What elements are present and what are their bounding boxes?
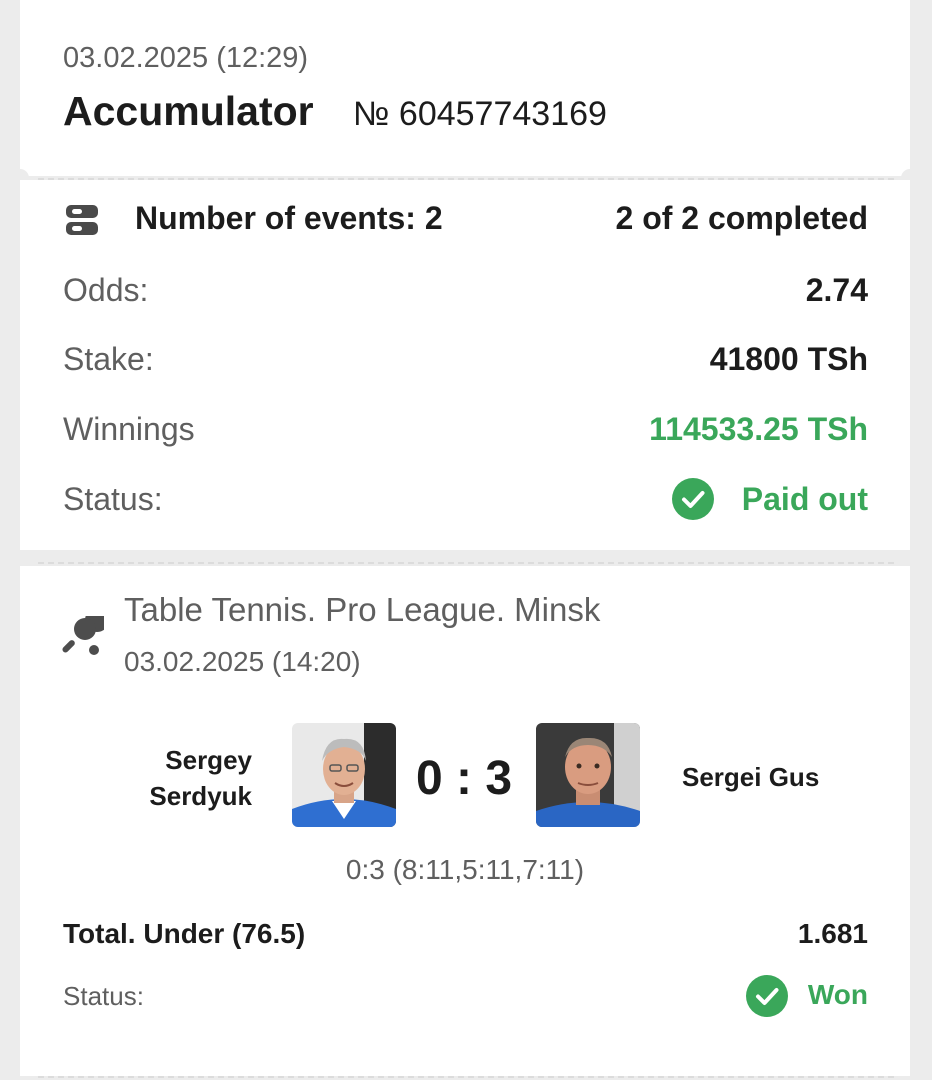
check-circle-icon: [672, 478, 714, 520]
stake-label: Stake:: [63, 341, 154, 377]
bet-type-title: Accumulator: [63, 88, 314, 134]
bet-number[interactable]: № 60457743169: [353, 95, 607, 134]
event-league: Table Tennis. Pro League. Minsk: [124, 591, 601, 628]
set-scores: 0:3 (8:11,5:11,7:11): [345, 854, 585, 885]
event-status-label: Status:: [63, 981, 144, 1011]
odds-label: Odds:: [63, 272, 149, 308]
away-player-name: Sergei Gus: [682, 762, 820, 792]
event-card[interactable]: Table Tennis. Pro League. Minsk 03.02.20…: [20, 566, 910, 1076]
status-label: Status:: [63, 481, 163, 517]
check-circle-icon: [746, 975, 788, 1017]
market-name: Total. Under (76.5): [63, 918, 306, 949]
table-tennis-icon: [62, 608, 109, 658]
events-completed: 2 of 2 completed: [615, 200, 869, 236]
odds-value: 2.74: [805, 272, 868, 308]
home-player-name-line2: Serdyuk: [149, 781, 252, 811]
match-score: 0 : 3: [416, 752, 513, 805]
winnings-label: Winnings: [63, 411, 195, 447]
bet-summary-card: Number of events: 2 2 of 2 completed Odd…: [20, 180, 910, 550]
events-count: Number of events: 2: [135, 200, 443, 236]
home-player-name: Sergey Serdyuk: [149, 742, 252, 814]
event-datetime: 03.02.2025 (14:20): [124, 646, 361, 677]
bet-header-card: 03.02.2025 (12:29) Accumulator № 6045774…: [20, 0, 910, 176]
stake-value: 41800 TSh: [709, 341, 868, 377]
event-status-value: Won: [807, 979, 868, 1010]
home-player-name-line1: Sergey: [165, 745, 252, 775]
status-value: Paid out: [741, 481, 868, 517]
bet-datetime: 03.02.2025 (12:29): [63, 42, 309, 74]
market-odds: 1.681: [797, 918, 868, 949]
events-list-icon: [64, 202, 100, 238]
winnings-value: 114533.25 TSh: [649, 411, 868, 447]
away-player-avatar: [536, 723, 640, 827]
home-player-avatar: [292, 723, 396, 827]
